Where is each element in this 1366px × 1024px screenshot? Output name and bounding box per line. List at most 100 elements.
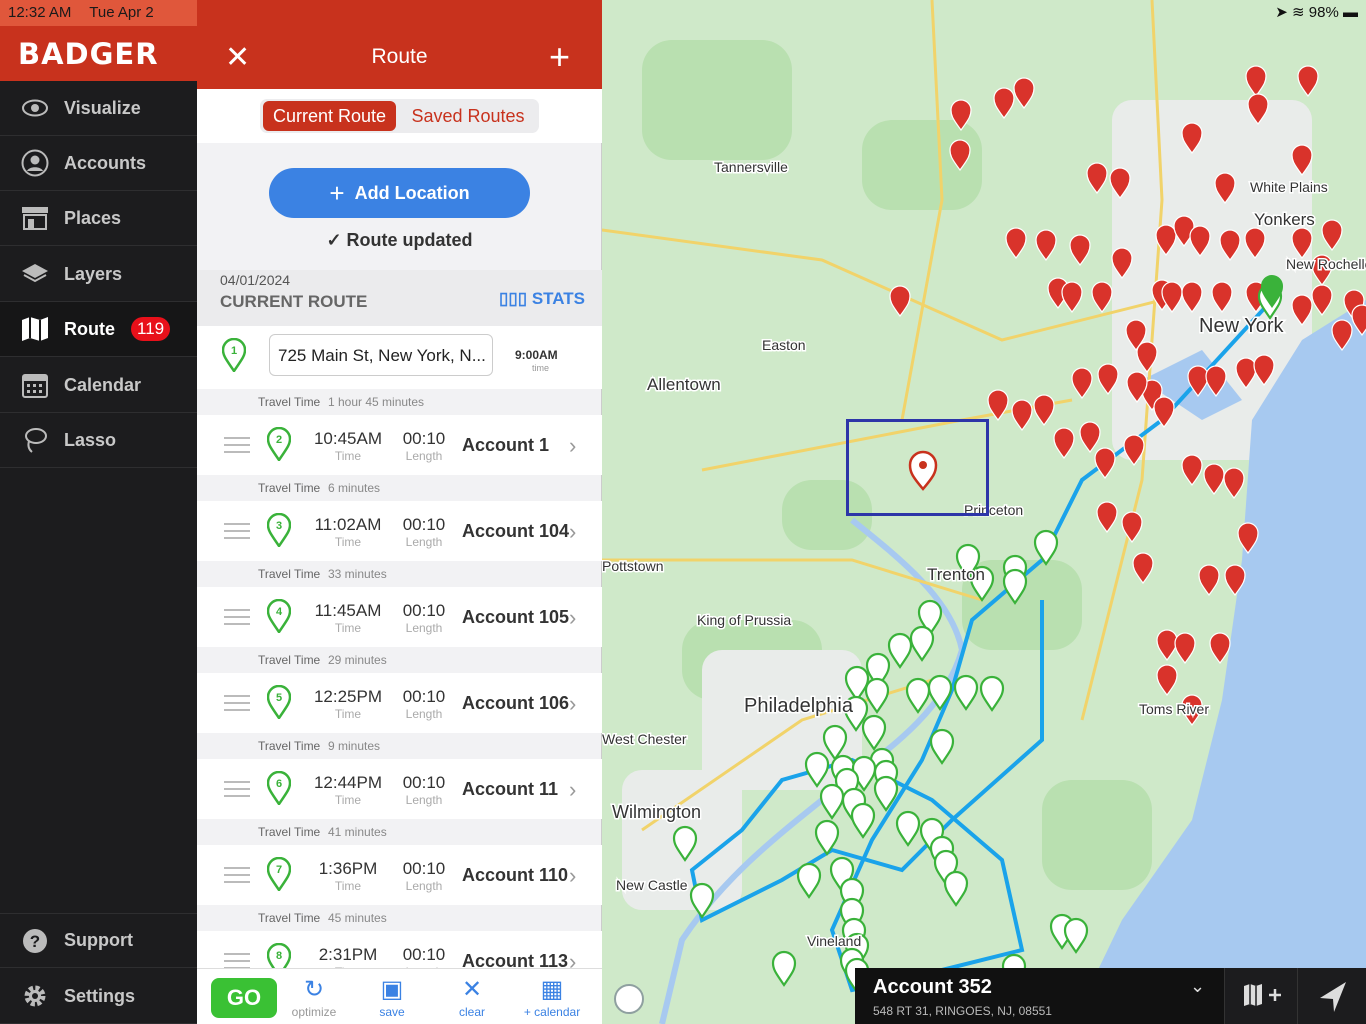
map-view[interactable]: Tannersville Easton Allentown Princeton Tren… [602,0,1366,1024]
drag-handle-icon[interactable] [224,695,250,716]
checkmark-icon: ✓ [326,230,342,250]
visit-length[interactable]: 00:10 [397,945,451,965]
length-label: Length [405,535,443,549]
nav-item-route[interactable]: Route 119 [0,302,197,357]
clear-button[interactable]: ✕ clear [433,975,511,1019]
travel-time-label: Travel Time [258,739,321,753]
chevron-right-icon[interactable]: › [569,691,576,717]
plus-icon: + [329,177,345,208]
travel-time-row: Travel Time 45 minutes [197,905,602,931]
drag-handle-icon[interactable] [224,523,250,544]
route-pin-icon: 1 [222,338,246,372]
nav-item-lasso[interactable]: Lasso [0,413,197,468]
add-location-button[interactable]: + Add Location [269,168,530,218]
drag-handle-icon[interactable] [224,781,250,802]
stats-button[interactable]: ▯▯▯ STATS [499,289,585,309]
arrival-time[interactable]: 12:44PM [307,773,389,793]
route-stop-row[interactable]: 6 12:44PM Time 00:10 Length Account 11 › [197,759,602,819]
chevron-right-icon[interactable]: › [569,605,576,631]
arrival-time[interactable]: 1:36PM [307,859,389,879]
chevron-down-icon[interactable]: ⌄ [1190,976,1205,997]
map-layers-button[interactable] [1224,968,1298,1024]
optimize-button[interactable]: ↻ optimize [275,975,353,1019]
nav-label: Accounts [64,152,147,173]
route-pin-icon: 7 [267,857,291,891]
nav-item-calendar[interactable]: Calendar [0,358,197,413]
svg-text:5: 5 [276,692,282,704]
chevron-right-icon[interactable]: › [569,519,576,545]
battery-text: 98% [1308,4,1339,21]
brand-header: BADGER [0,26,197,81]
time-label: Time [334,535,362,549]
time-label: Time [334,879,362,893]
tab-saved-routes[interactable]: Saved Routes [400,101,536,131]
tab-current-route[interactable]: Current Route [263,101,396,131]
place-label: West Chester [602,731,687,747]
visit-length[interactable]: 00:10 [397,859,451,879]
drag-handle-icon[interactable] [224,609,250,630]
add-to-calendar-button[interactable]: ▦ + calendar [513,975,591,1019]
nav-item-layers[interactable]: Layers [0,247,197,302]
svg-text:1: 1 [231,345,237,357]
route-stop-row[interactable]: 7 1:36PM Time 00:10 Length Account 110 › [197,845,602,905]
route-toolbar: GO ↻ optimize ▣ save ✕ clear ▦ + calenda… [197,968,602,1024]
clear-label: clear [458,1005,485,1019]
route-stop-row[interactable]: 3 11:02AM Time 00:10 Length Account 104 › [197,501,602,561]
travel-time-row: Travel Time 41 minutes [197,819,602,845]
add-location-label: Add Location [354,182,470,203]
arrival-time[interactable]: 10:45AM [307,429,389,449]
route-count-badge: 119 [131,317,171,341]
nav-item-settings[interactable]: Settings [0,969,197,1024]
calendar-icon [20,370,50,400]
route-stop-row[interactable]: 5 12:25PM Time 00:10 Length Account 106 › [197,673,602,733]
battery-icon: ▬ [1343,4,1358,21]
length-label: Length [405,793,443,807]
chevron-right-icon[interactable]: › [569,863,576,889]
start-time[interactable]: 9:00AM [515,348,558,362]
drag-handle-icon[interactable] [224,867,250,888]
account-name: Account 11 [462,779,559,799]
stats-label: STATS [531,289,586,308]
start-address-field[interactable]: 725 Main St, New York, N... [269,334,493,376]
drag-handle-icon[interactable] [224,437,250,458]
forest-area [1042,780,1152,890]
status-battery: ➤ ≋ 98% ▬ [1275,3,1358,21]
chevron-right-icon[interactable]: › [569,777,576,803]
visit-length[interactable]: 00:10 [397,773,451,793]
route-date: 04/01/2024 [220,272,291,288]
navigate-button[interactable] [1298,968,1366,1024]
optimize-icon: ↻ [303,976,325,1003]
save-button[interactable]: ▣ save [353,975,431,1019]
visit-length[interactable]: 00:10 [397,515,451,535]
save-icon: ▣ [380,976,404,1003]
visit-length[interactable]: 00:10 [397,429,451,449]
add-route-button[interactable]: + [549,36,570,78]
chevron-right-icon[interactable]: › [569,433,576,459]
route-label: CURRENT ROUTE [220,292,368,311]
arrival-time[interactable]: 12:25PM [307,687,389,707]
nav-item-accounts[interactable]: Accounts [0,136,197,191]
place-label: New York [1199,315,1284,337]
arrival-time[interactable]: 2:31PM [307,945,389,965]
nav-item-places[interactable]: Places [0,191,197,246]
go-button[interactable]: GO [211,978,277,1018]
nav-label: Support [64,930,133,950]
arrival-time[interactable]: 11:45AM [307,601,389,621]
map-icon [20,314,50,344]
nav-item-visualize[interactable]: Visualize [0,81,197,136]
place-label: New Rochelle [1286,256,1366,272]
locate-me-button[interactable] [614,984,644,1014]
travel-time-label: Travel Time [258,567,321,581]
route-updated-text: Route updated [346,230,473,250]
place-label: Yonkers [1254,210,1315,229]
app-root: 12:32 AM Tue Apr 2 BADGER Visualize Acco… [0,0,1366,1024]
arrival-time[interactable]: 11:02AM [307,515,389,535]
visit-length[interactable]: 00:10 [397,687,451,707]
route-stop-row[interactable]: 2 10:45AM Time 00:10 Length Account 1 › [197,415,602,475]
place-label: Tannersville [714,159,788,175]
route-stop-row[interactable]: 4 11:45AM Time 00:10 Length Account 105 › [197,587,602,647]
visit-length[interactable]: 00:10 [397,601,451,621]
nav-item-support[interactable]: ? Support [0,913,197,968]
length-label: Length [405,621,443,635]
bar-chart-icon: ▯▯▯ [499,289,528,308]
